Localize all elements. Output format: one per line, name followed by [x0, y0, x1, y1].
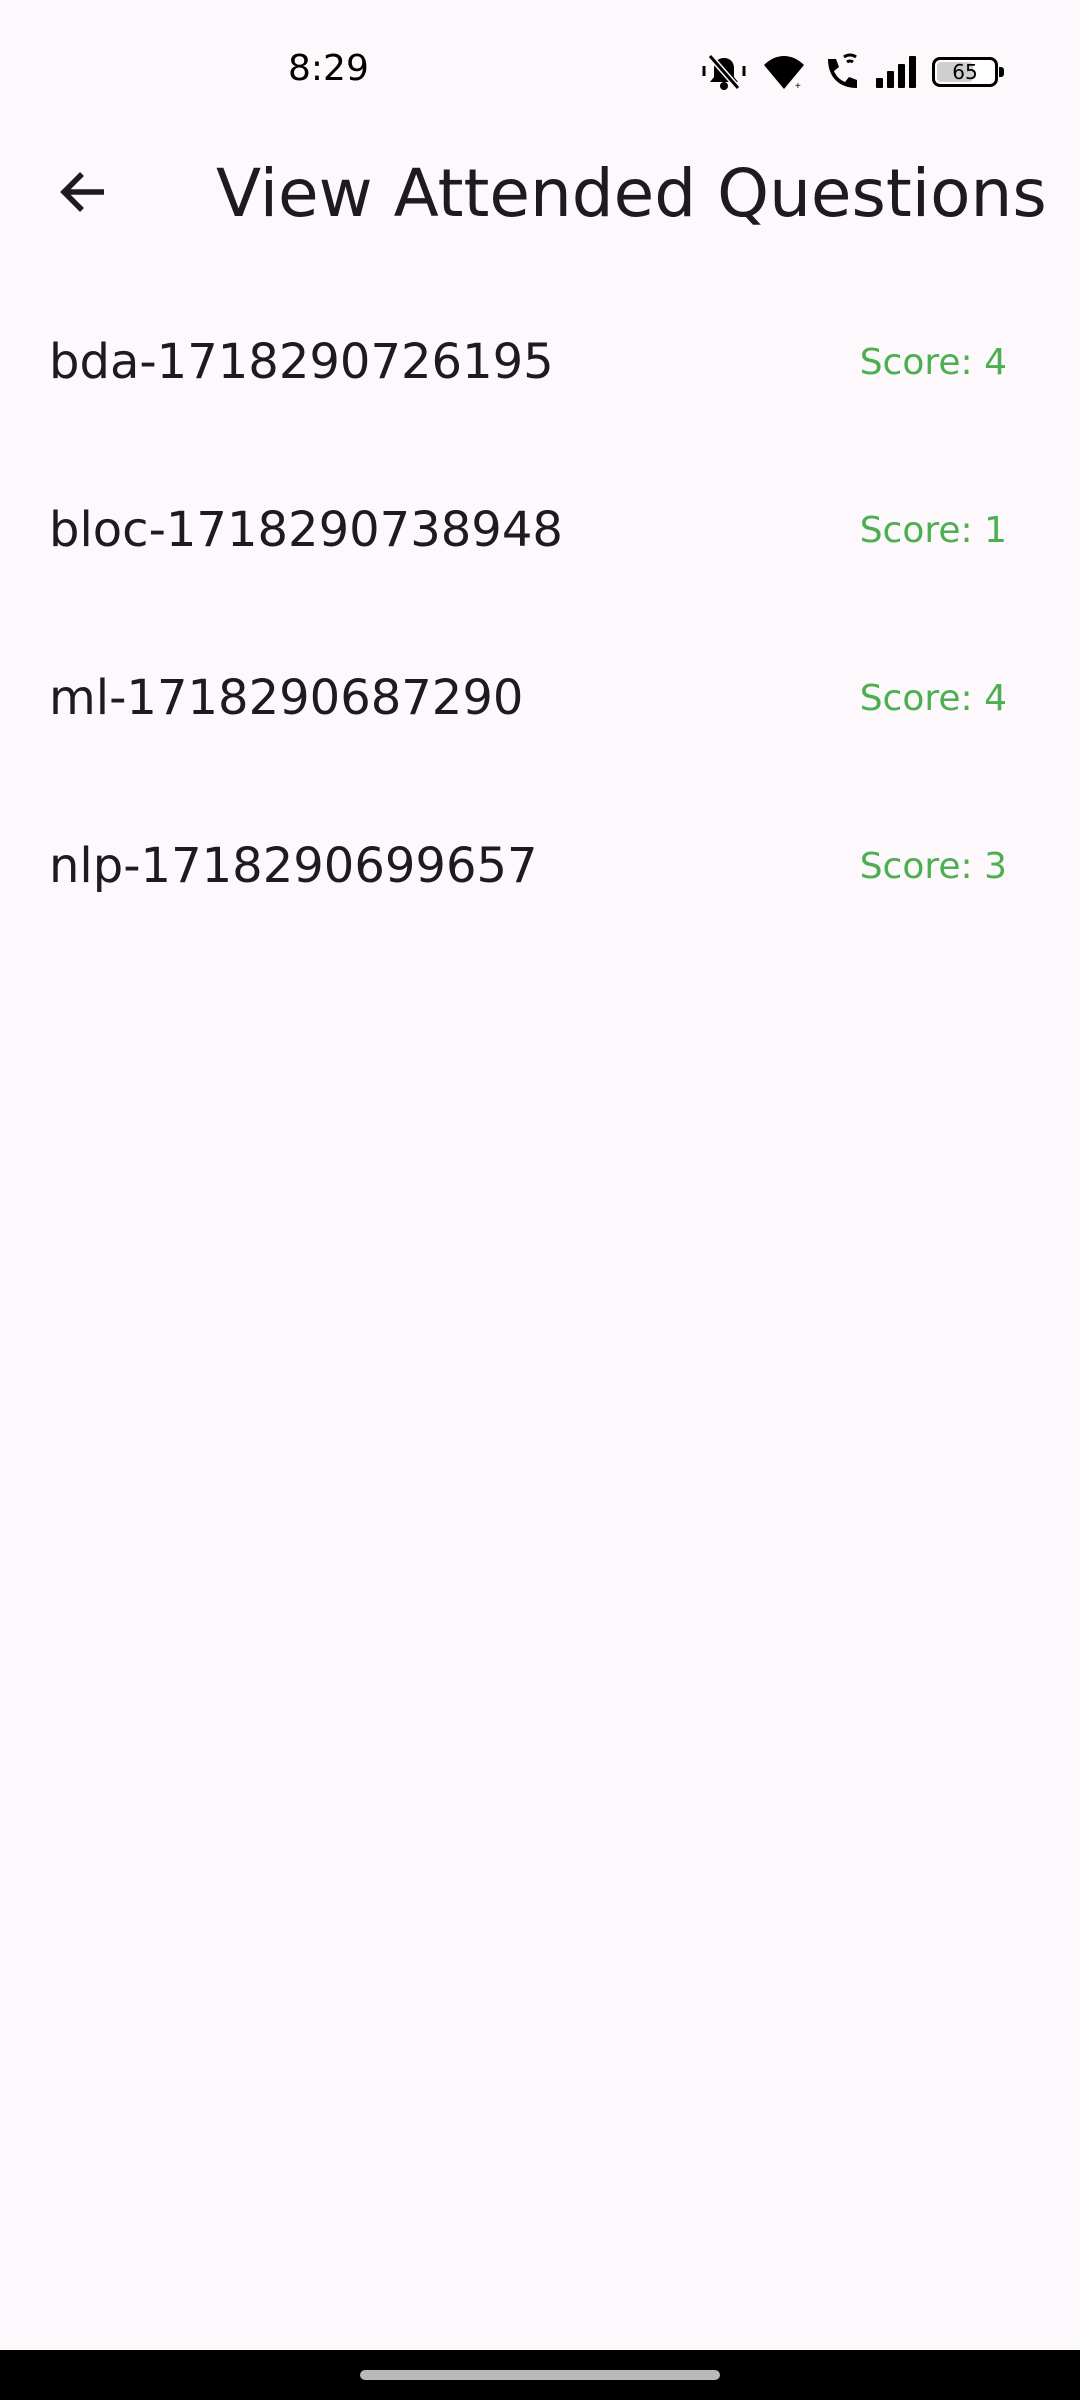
- list-item[interactable]: ml-1718290687290 Score: 4: [0, 614, 1080, 782]
- question-set-title: bloc-1718290738948: [49, 502, 563, 558]
- system-navigation-bar: [0, 2350, 1080, 2400]
- page-title: View Attended Questions: [216, 155, 1047, 232]
- status-time: 8:29: [288, 48, 369, 89]
- wifi-call-icon: [828, 53, 857, 88]
- mute-icon: [702, 54, 746, 90]
- arrow-back-icon: [60, 172, 104, 212]
- battery-icon: 65: [932, 57, 1004, 87]
- signal-icon: [876, 56, 916, 88]
- battery-percentage: 65: [952, 60, 978, 84]
- list-item[interactable]: bloc-1718290738948 Score: 1: [0, 446, 1080, 614]
- list-item[interactable]: bda-1718290726195 Score: 4: [0, 278, 1080, 446]
- app-bar: View Attended Questions: [0, 140, 1080, 244]
- score-label: Score: 3: [859, 845, 1007, 887]
- question-set-title: ml-1718290687290: [49, 670, 524, 726]
- list-item[interactable]: nlp-1718290699657 Score: 3: [0, 782, 1080, 950]
- back-button[interactable]: [36, 156, 132, 228]
- svg-text:+: +: [795, 81, 801, 91]
- wifi-icon: +: [764, 56, 804, 91]
- status-icons: + 65: [700, 50, 1004, 94]
- question-set-title: nlp-1718290699657: [49, 838, 538, 894]
- score-label: Score: 4: [859, 677, 1007, 719]
- status-bar: 8:29 + 65: [0, 0, 1080, 140]
- battery-cap: [999, 67, 1004, 77]
- question-set-title: bda-1718290726195: [49, 334, 554, 390]
- score-label: Score: 1: [859, 509, 1007, 551]
- score-label: Score: 4: [859, 341, 1007, 383]
- attended-questions-list: bda-1718290726195 Score: 4 bloc-1718290738…: [0, 278, 1080, 950]
- home-indicator[interactable]: [360, 2370, 720, 2380]
